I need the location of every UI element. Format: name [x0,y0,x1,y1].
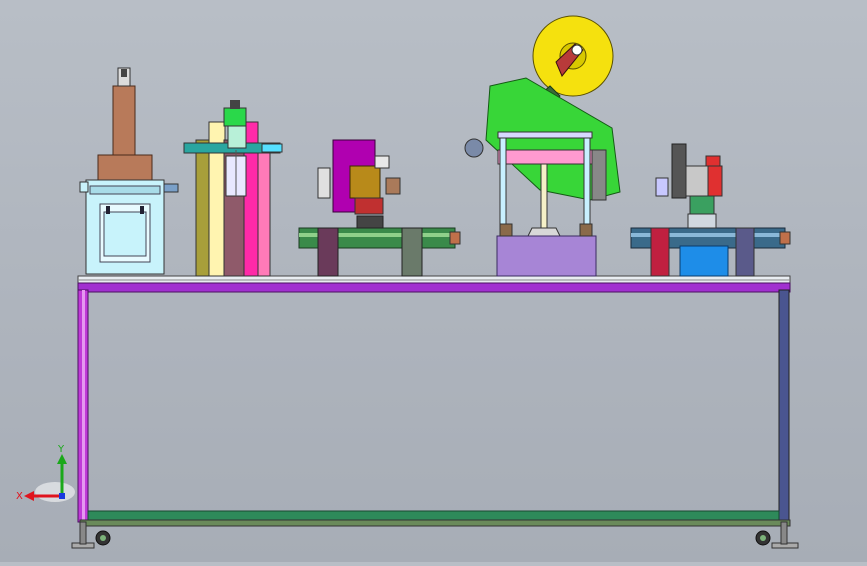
lift-column-olive [195,139,211,277]
labeler-crossbar [497,149,597,165]
labeler-base [496,235,597,277]
bottom-rail [87,510,780,521]
right-leg [778,289,790,523]
press-head-block [97,154,153,182]
station-press[interactable] [79,67,179,275]
press-cylinder [112,85,136,157]
station-printer[interactable] [630,143,791,277]
station-stamp[interactable] [298,139,461,277]
station-labeler[interactable] [464,15,621,277]
assembly-drawing: Y X [16,15,799,549]
table-frame [71,275,799,549]
x-axis-label: X [16,491,23,502]
station-lift[interactable] [183,100,283,277]
coordinate-triad: Y X [16,444,75,502]
printer-head [671,143,687,199]
printer-blue-box [679,245,729,277]
cad-viewport[interactable]: Y X [0,0,867,562]
y-axis-label: Y [57,444,65,455]
lift-gripper [223,107,247,127]
table-top-rail [77,282,791,293]
z-axis-marker [59,493,65,499]
stamp-motor [349,165,381,199]
